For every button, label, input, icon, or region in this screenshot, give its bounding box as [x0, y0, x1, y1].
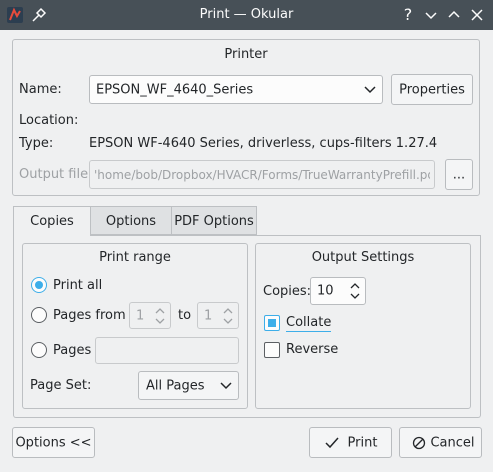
print-all-label: Print all	[53, 278, 103, 293]
print-range-title: Print range	[99, 250, 171, 265]
pages-input[interactable]	[95, 337, 239, 364]
pages-to-spinbox[interactable]: 1	[197, 302, 239, 329]
printer-type-value: EPSON WF-4640 Series, driverless, cups-f…	[89, 136, 438, 151]
output-file-label: Output file:	[19, 167, 93, 182]
minimize-icon[interactable]	[421, 5, 441, 25]
properties-button[interactable]: Properties	[391, 74, 473, 105]
output-settings-title: Output Settings	[311, 250, 415, 265]
close-icon[interactable]	[467, 5, 487, 25]
type-label: Type:	[19, 136, 54, 151]
window-title: Print — Okular	[199, 7, 294, 22]
pages-from-radio[interactable]	[31, 307, 47, 323]
tab-pdf-options[interactable]: PDF Options	[171, 206, 257, 235]
page-set-select[interactable]: All Pages	[138, 371, 239, 400]
maximize-icon[interactable]	[444, 5, 464, 25]
to-label: to	[178, 308, 192, 323]
chevron-down-icon	[220, 382, 232, 390]
output-file-value: 'home/bob/Dropbox/HVACR/Forms/TrueWarran…	[94, 167, 430, 182]
help-button[interactable]: ?	[398, 5, 418, 25]
options-toggle-button[interactable]: Options <<	[12, 427, 95, 458]
reverse-label: Reverse	[286, 342, 339, 357]
printer-group-title: Printer	[224, 47, 268, 62]
spin-arrows-icon	[155, 308, 165, 324]
tab-panel-top-border	[90, 235, 481, 236]
printer-name-value: EPSON_WF_4640_Series	[96, 82, 254, 97]
copies-label: Copies:	[263, 284, 312, 299]
output-file-field: 'home/bob/Dropbox/HVACR/Forms/TrueWarran…	[89, 160, 435, 189]
cancel-button[interactable]: Cancel	[399, 427, 482, 458]
location-label: Location:	[19, 113, 79, 128]
spin-arrows-icon	[223, 308, 233, 324]
copies-spinbox[interactable]: 10	[310, 277, 366, 305]
pages-from-label: Pages from	[53, 308, 126, 323]
reverse-checkbox[interactable]	[264, 342, 280, 358]
print-all-radio[interactable]	[31, 277, 47, 293]
tab-options[interactable]: Options	[90, 206, 172, 235]
tab-copies[interactable]: Copies	[13, 206, 91, 236]
collate-checkbox[interactable]	[264, 315, 280, 331]
chevron-down-icon	[364, 86, 376, 94]
printer-name-select[interactable]: EPSON_WF_4640_Series	[89, 75, 383, 104]
spin-arrows-icon	[350, 283, 360, 299]
browse-output-file-button[interactable]: ...	[445, 159, 473, 190]
print-button[interactable]: Print	[309, 427, 392, 458]
page-set-label: Page Set:	[30, 378, 92, 393]
pages-from-spinbox[interactable]: 1	[129, 302, 171, 329]
pages-radio[interactable]	[31, 342, 47, 358]
title-bar: Print — Okular ?	[0, 0, 493, 30]
name-label: Name:	[19, 82, 62, 97]
collate-label: Collate	[286, 315, 332, 332]
pages-label: Pages	[53, 343, 92, 358]
